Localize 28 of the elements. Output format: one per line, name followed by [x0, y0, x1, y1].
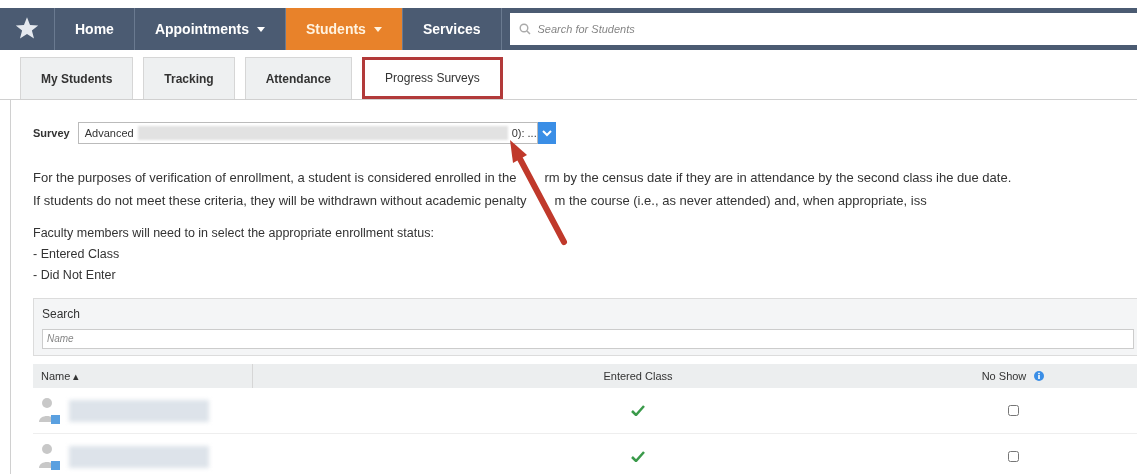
- name-field[interactable]: Name: [42, 328, 1134, 349]
- checkbox[interactable]: [1007, 451, 1019, 463]
- chevron-down-icon: [541, 129, 552, 137]
- survey-select[interactable]: Advanced 0): ...: [77, 122, 538, 144]
- paragraph-text: rm by the census date if they are in attendance by the second class ihe due date.: [544, 169, 1012, 187]
- list-item: - Entered Class: [33, 245, 121, 263]
- person-icon: [39, 395, 61, 426]
- checkbox[interactable]: [1007, 405, 1019, 417]
- column-header: Entered Class: [602, 369, 674, 384]
- search-field[interactable]: Search for Students: [509, 13, 1137, 45]
- search-icon: [518, 23, 531, 35]
- survey-label: Survey: [33, 125, 70, 141]
- nav-item[interactable]: Home: [55, 8, 135, 50]
- search-label: Search: [42, 306, 82, 324]
- tab[interactable]: Progress Surveys: [362, 57, 503, 99]
- tab[interactable]: My Students: [20, 57, 134, 99]
- tab[interactable]: Tracking: [143, 57, 235, 99]
- paragraph-text: m the course (i.e., as never attended) and, when appropriate, iss: [554, 191, 927, 210]
- paragraph: Faculty members will need to in select the appropriate enrollment status:: [33, 225, 435, 242]
- column-header: No Show: [981, 369, 1027, 384]
- person-icon: [39, 441, 61, 472]
- paragraph-text: If students do not meet these criteria, they will be withdrawn without academic penalty: [33, 191, 527, 210]
- column-header[interactable]: Name ▴: [33, 364, 253, 389]
- list-item: - Did Not Enter: [33, 266, 117, 284]
- paragraph-text: For the purposes of verification of enrollment, a student is considered enrolled in the: [33, 169, 517, 187]
- info-icon: [1034, 371, 1045, 382]
- nav-item[interactable]: Services: [402, 8, 502, 50]
- tab[interactable]: Attendance: [244, 57, 353, 99]
